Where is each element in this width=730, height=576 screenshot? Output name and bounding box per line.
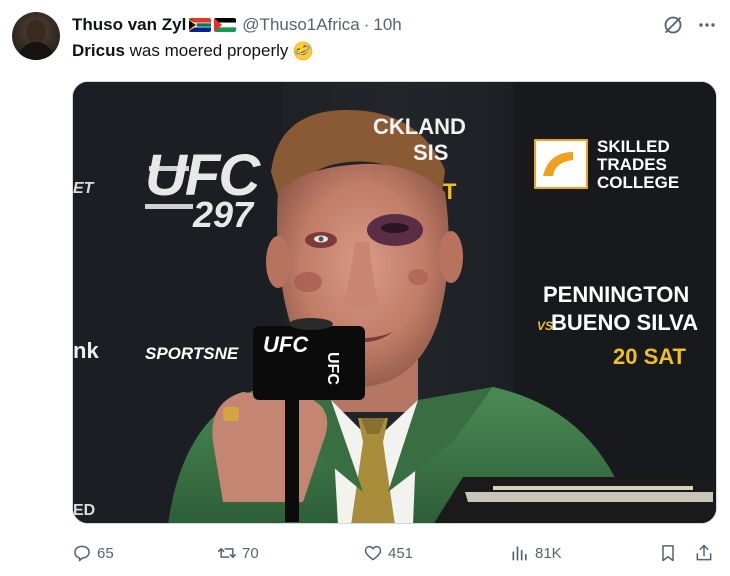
sat-text: 20 SAT — [613, 344, 686, 369]
bookmark-icon — [662, 545, 674, 562]
like-count: 451 — [388, 544, 414, 562]
views-chart-icon — [512, 546, 527, 561]
tweet-header: Thuso van Zyl @Thuso1Africa · 10h — [72, 14, 402, 36]
reply-count: 65 — [97, 544, 114, 562]
tweet-text-bold: Dricus — [72, 41, 125, 60]
views-button[interactable]: 81K — [510, 540, 562, 566]
avatar-head — [26, 20, 46, 44]
sponsor-line2: SIS — [413, 140, 449, 165]
reply-button[interactable]: 65 — [72, 540, 114, 566]
palestine-flag-icon — [214, 18, 237, 32]
tweet-media-image[interactable]: UFC 297 ET nk CKLAND SIS T SKILLED TRADE… — [72, 81, 717, 524]
author-handle[interactable]: @Thuso1Africa — [242, 15, 359, 35]
sponsor-line1: CKLAND — [373, 114, 466, 139]
author-flags — [189, 18, 237, 32]
author-avatar[interactable] — [12, 12, 60, 60]
trades-line: TRADES — [597, 155, 667, 174]
nk-text: nk — [73, 338, 99, 363]
tweet-text: Dricus was moered properly — [72, 41, 313, 61]
pennington-text: PENNINGTON — [543, 282, 690, 307]
separator-dot: · — [363, 15, 370, 34]
tweet-action-bar: 65 70 451 81K — [72, 540, 717, 566]
grok-icon[interactable] — [662, 14, 684, 36]
sportsnet-text: SPORTSNE — [145, 344, 239, 363]
rolling-on-floor-laughing-emoji — [293, 41, 313, 61]
author-display-name[interactable]: Thuso van Zyl — [72, 15, 186, 35]
reply-icon — [74, 545, 90, 562]
yellow-letter: T — [443, 179, 457, 204]
more-icon[interactable] — [696, 14, 718, 36]
retweet-count: 70 — [242, 544, 259, 562]
south-africa-flag-icon — [189, 18, 212, 32]
ufc-number-text: 297 — [193, 194, 254, 235]
bottom-left-text: ED — [73, 502, 96, 519]
edge-left-text: ET — [73, 180, 94, 197]
heart-icon — [364, 545, 382, 561]
like-button[interactable]: 451 — [363, 540, 413, 566]
skilled-line: SKILLED — [597, 137, 670, 156]
views-count: 81K — [535, 544, 562, 562]
share-icon — [696, 544, 712, 561]
avatar-body — [18, 42, 54, 60]
bookmark-button[interactable] — [658, 540, 683, 566]
skilled-trades-college-text: SKILLED TRADES COLLEGE — [597, 138, 679, 192]
tweet-timestamp[interactable]: 10h — [373, 15, 401, 35]
retweet-icon — [217, 548, 237, 558]
bueno-silva-text: BUENO SILVA — [551, 310, 699, 335]
retweet-button[interactable]: 70 — [217, 540, 259, 566]
share-button[interactable] — [694, 540, 719, 566]
tweet-text-rest: was moered properly — [124, 41, 289, 60]
mic-ufc-text: UFC — [263, 332, 309, 357]
college-line: COLLEGE — [597, 173, 680, 192]
mic-ufc-side-text: UFC — [324, 352, 341, 385]
